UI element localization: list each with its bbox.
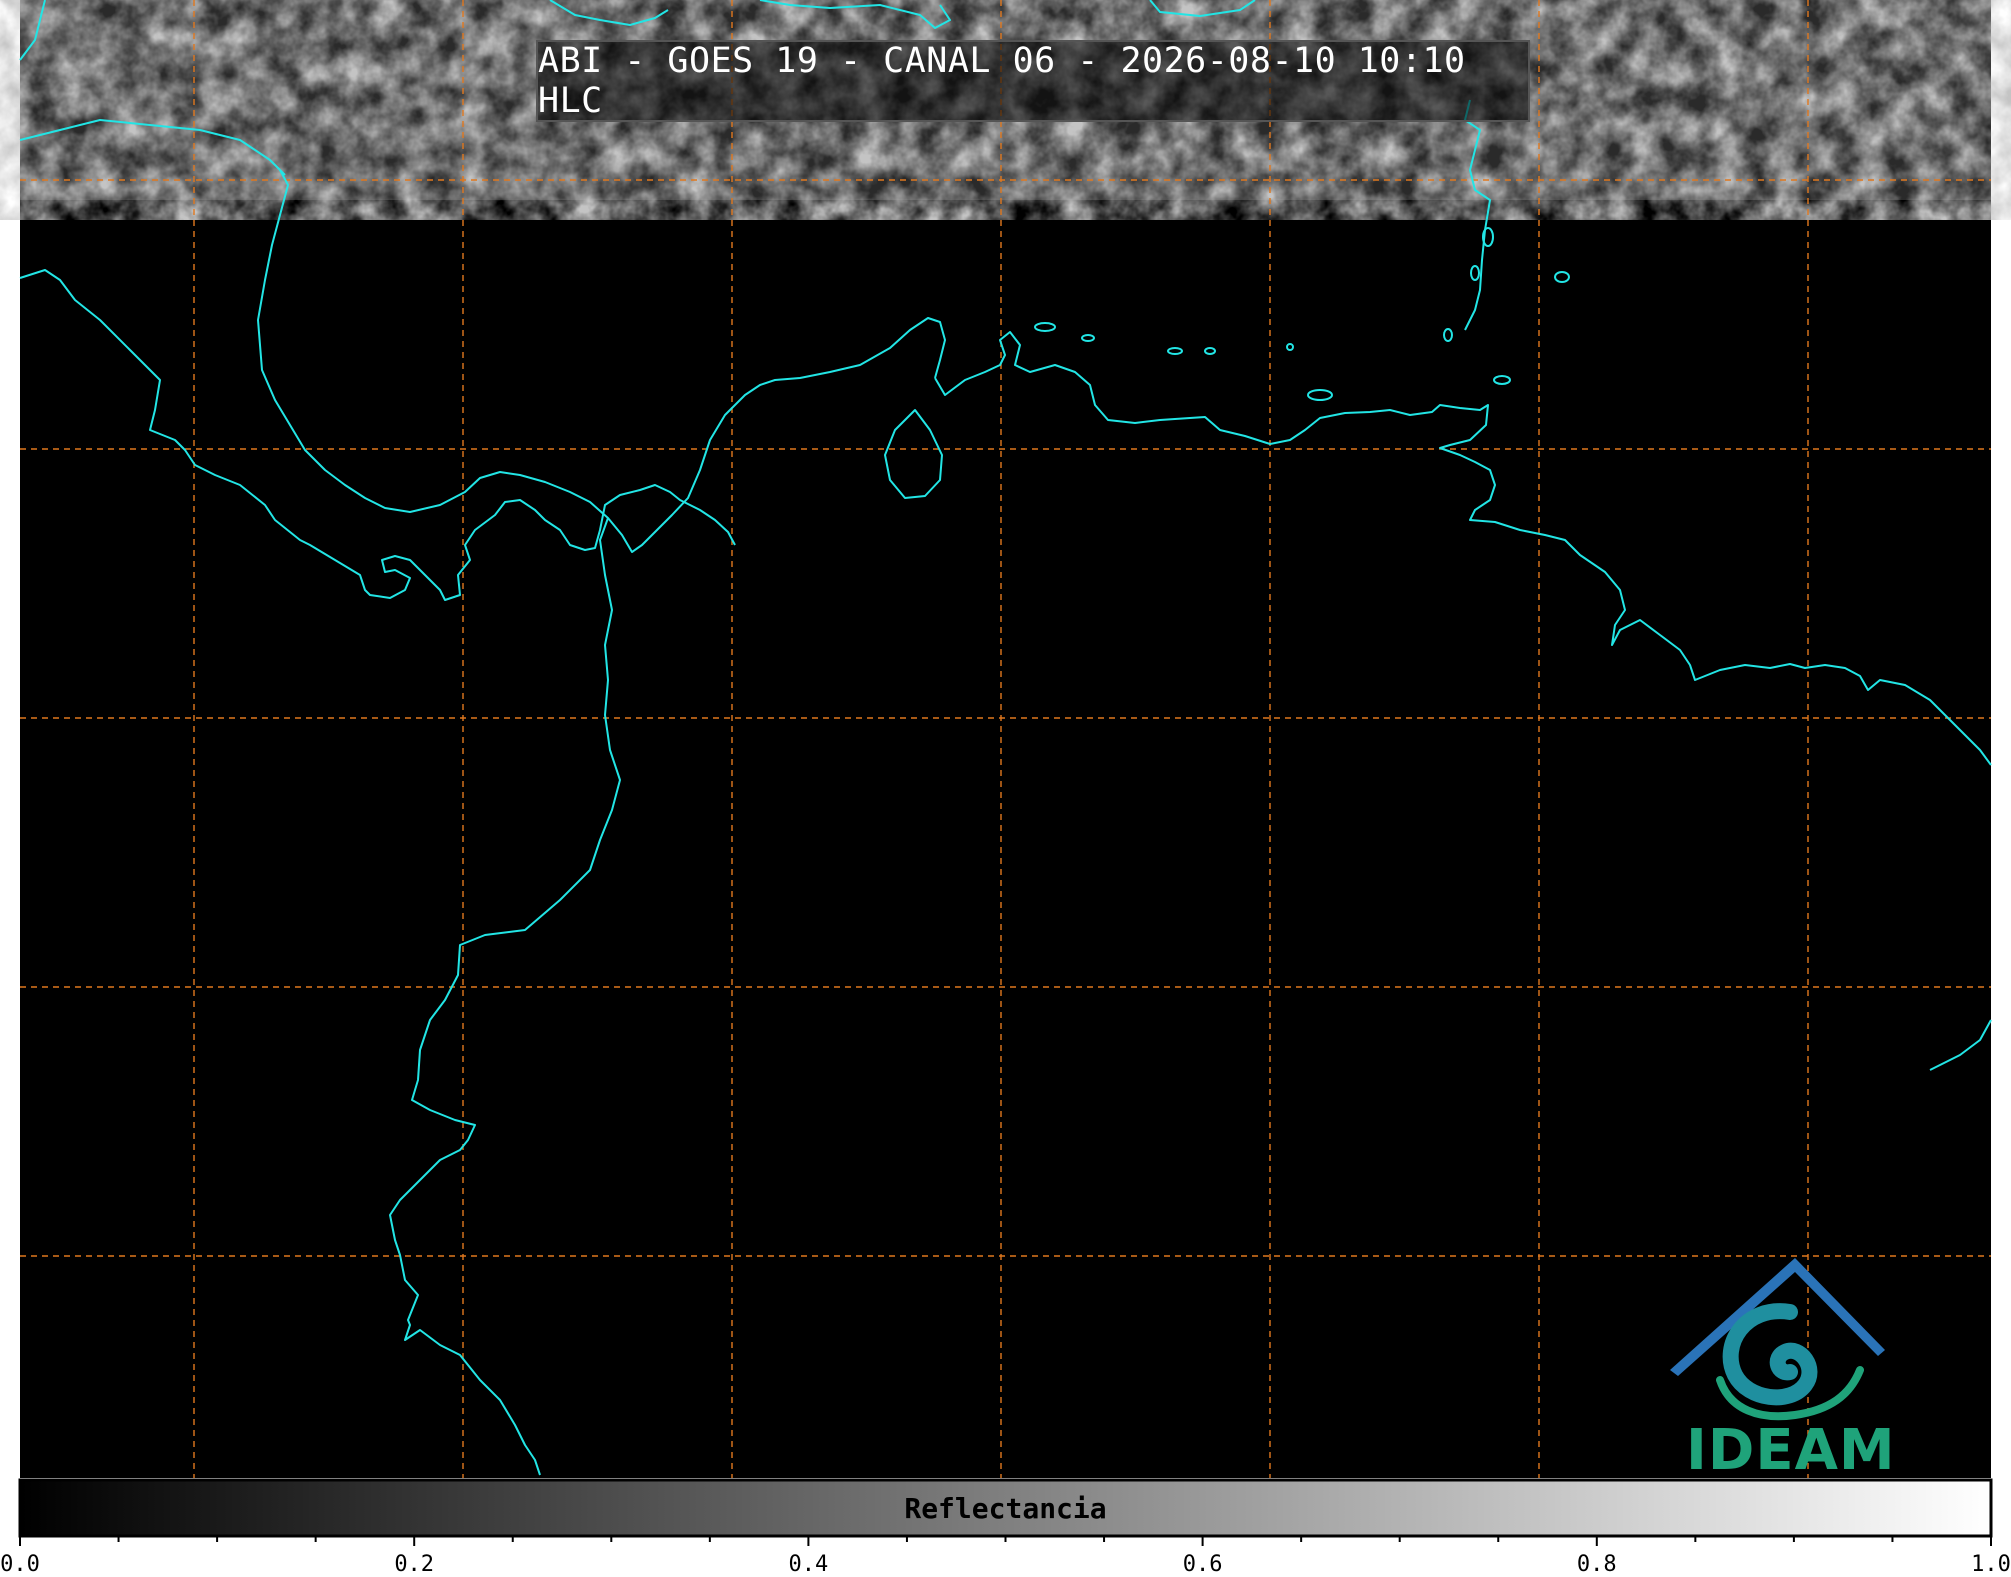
colorbar-tick-label: 0.0 xyxy=(0,1552,40,1577)
colorbar-tick-label: 0.2 xyxy=(394,1552,435,1577)
colorbar-tick-label: 0.6 xyxy=(1182,1552,1223,1577)
satellite-map xyxy=(18,0,1993,1546)
colorbar-label: Reflectancia xyxy=(904,1491,1107,1525)
colorbar-tick-label: 0.4 xyxy=(788,1552,829,1577)
colorbar-tick-label: 1.0 xyxy=(1971,1552,2011,1577)
ideam-logo-text: IDEAM xyxy=(1686,1418,1896,1483)
colorbar-tick-label: 0.8 xyxy=(1576,1552,1617,1577)
map-title: ABI - GOES 19 - CANAL 06 - 2026-08-10 10… xyxy=(536,40,1530,122)
